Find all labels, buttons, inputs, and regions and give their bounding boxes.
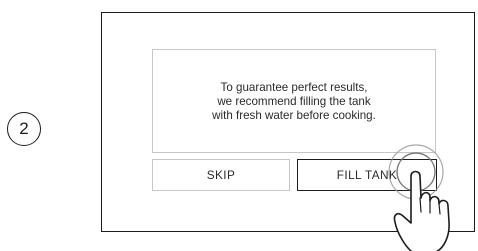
message-line: To guarantee perfect results, xyxy=(220,81,368,94)
skip-button[interactable]: SKIP xyxy=(152,159,290,191)
fill-tank-button-label: FILL TANK xyxy=(336,168,398,182)
skip-button-label: SKIP xyxy=(206,168,236,182)
message-line: with fresh water before cooking. xyxy=(212,109,376,122)
message-line: we recommend filling the tank xyxy=(217,95,371,108)
step-number-badge: 2 xyxy=(7,112,41,146)
step-number: 2 xyxy=(19,119,29,138)
message-text: To guarantee perfect results, we recomme… xyxy=(212,79,376,123)
message-box: To guarantee perfect results, we recomme… xyxy=(152,49,436,153)
fill-tank-button[interactable]: FILL TANK xyxy=(297,159,437,191)
